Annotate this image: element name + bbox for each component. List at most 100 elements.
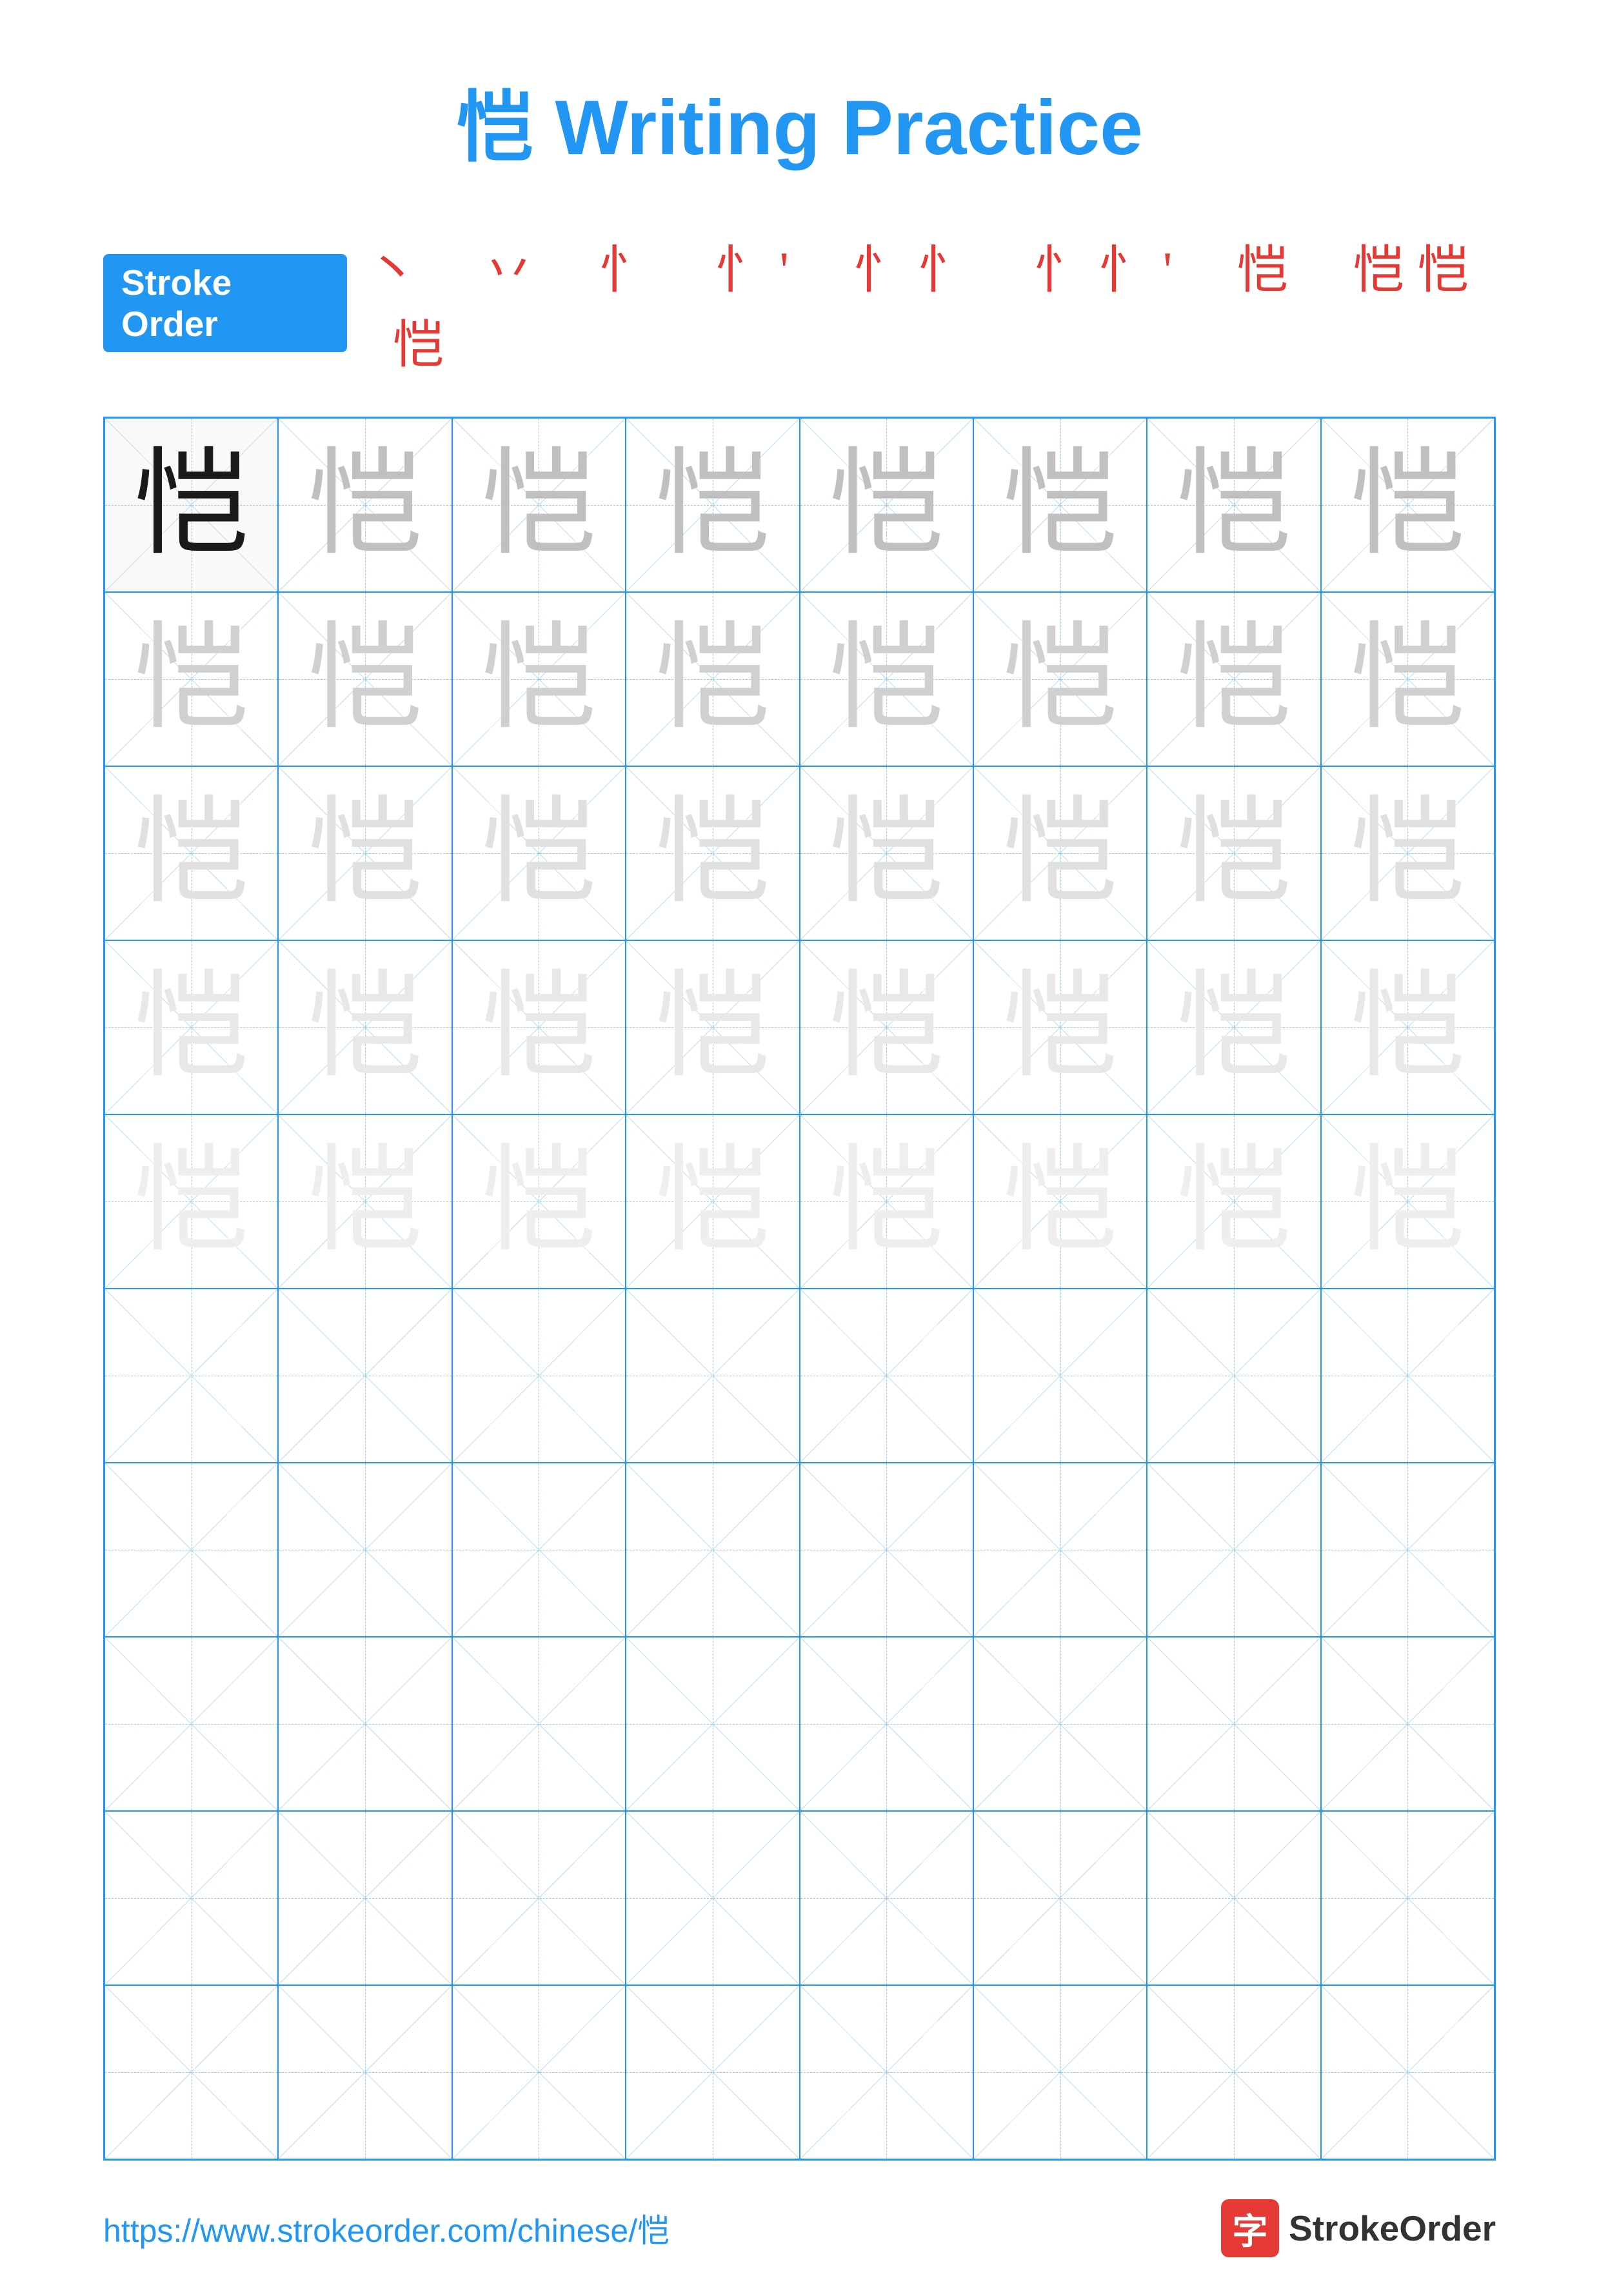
grid-cell[interactable]: 恺	[104, 418, 278, 592]
grid-cell[interactable]	[1321, 1637, 1495, 1811]
grid-cell[interactable]	[278, 1985, 452, 2159]
practice-char: 恺	[828, 969, 944, 1085]
grid-cell[interactable]: 恺	[973, 940, 1147, 1114]
grid-cell[interactable]	[104, 1289, 278, 1463]
grid-cell[interactable]	[1147, 1637, 1320, 1811]
grid-cell[interactable]	[973, 1985, 1147, 2159]
grid-cell[interactable]	[452, 1289, 626, 1463]
grid-cell[interactable]: 恺	[1321, 940, 1495, 1114]
grid-cell[interactable]: 恺	[452, 418, 626, 592]
grid-cell[interactable]	[1321, 1289, 1495, 1463]
footer-url[interactable]: https://www.strokeorder.com/chinese/恺	[103, 2205, 670, 2251]
grid-cell[interactable]	[1147, 1289, 1320, 1463]
grid-cell[interactable]	[1321, 1811, 1495, 1985]
grid-cell[interactable]: 恺	[278, 940, 452, 1114]
practice-char: 恺	[307, 795, 423, 911]
grid-cell[interactable]: 恺	[626, 1114, 799, 1289]
grid-cell[interactable]	[626, 1985, 799, 2159]
grid-cell[interactable]	[452, 1985, 626, 2159]
practice-char: 恺	[1349, 621, 1465, 737]
grid-cell[interactable]	[800, 1811, 973, 1985]
grid-cell[interactable]: 恺	[1321, 592, 1495, 766]
grid-cell[interactable]: 恺	[1147, 766, 1320, 940]
grid-cell[interactable]: 恺	[104, 766, 278, 940]
grid-cell[interactable]: 恺	[278, 1114, 452, 1289]
grid-cell[interactable]: 恺	[973, 766, 1147, 940]
practice-char: 恺	[1349, 969, 1465, 1085]
grid-cell[interactable]	[973, 1637, 1147, 1811]
grid-cell[interactable]: 恺	[626, 940, 799, 1114]
grid-cell[interactable]: 恺	[626, 766, 799, 940]
practice-char: 恺	[481, 795, 597, 911]
grid-cell[interactable]	[973, 1289, 1147, 1463]
grid-cell[interactable]: 恺	[278, 418, 452, 592]
grid-cell[interactable]	[278, 1463, 452, 1637]
grid-cell[interactable]: 恺	[1321, 766, 1495, 940]
grid-cell[interactable]: 恺	[104, 592, 278, 766]
footer-logo: 字 StrokeOrder	[1221, 2199, 1496, 2257]
grid-cell[interactable]	[104, 1463, 278, 1637]
grid-cell[interactable]: 恺	[626, 592, 799, 766]
grid-cell[interactable]: 恺	[452, 940, 626, 1114]
grid-cell[interactable]: 恺	[452, 766, 626, 940]
grid-cell[interactable]	[1321, 1985, 1495, 2159]
grid-cell[interactable]	[104, 1637, 278, 1811]
grid-cell[interactable]	[1321, 1463, 1495, 1637]
grid-cell[interactable]	[452, 1811, 626, 1985]
grid-cell[interactable]: 恺	[973, 592, 1147, 766]
grid-cell[interactable]: 恺	[1321, 1114, 1495, 1289]
grid-cell[interactable]	[452, 1637, 626, 1811]
grid-cell[interactable]	[626, 1637, 799, 1811]
grid-cell[interactable]: 恺	[1147, 1114, 1320, 1289]
grid-cell[interactable]: 恺	[452, 1114, 626, 1289]
grid-cell[interactable]	[800, 1289, 973, 1463]
grid-cell[interactable]	[800, 1637, 973, 1811]
practice-char: 恺	[1002, 447, 1118, 563]
grid-cell[interactable]	[626, 1289, 799, 1463]
grid-cell[interactable]: 恺	[278, 592, 452, 766]
grid-cell[interactable]	[278, 1289, 452, 1463]
grid-cell[interactable]	[973, 1811, 1147, 1985]
practice-char: 恺	[1176, 621, 1292, 737]
grid-cell[interactable]: 恺	[104, 1114, 278, 1289]
grid-cell[interactable]: 恺	[1321, 418, 1495, 592]
practice-char: 恺	[828, 795, 944, 911]
grid-cell[interactable]: 恺	[1147, 940, 1320, 1114]
grid-cell[interactable]	[452, 1463, 626, 1637]
grid-cell[interactable]	[104, 1811, 278, 1985]
grid-cell[interactable]	[1147, 1811, 1320, 1985]
grid-cell[interactable]: 恺	[452, 592, 626, 766]
grid-cell[interactable]	[800, 1463, 973, 1637]
grid-cell[interactable]	[104, 1985, 278, 2159]
grid-cell[interactable]: 恺	[973, 418, 1147, 592]
grid-cell[interactable]: 恺	[800, 940, 973, 1114]
practice-char: 恺	[655, 795, 771, 911]
grid-cell[interactable]: 恺	[800, 766, 973, 940]
grid-cell[interactable]: 恺	[626, 418, 799, 592]
practice-char: 恺	[655, 969, 771, 1085]
grid-cell[interactable]: 恺	[1147, 592, 1320, 766]
grid-cell[interactable]: 恺	[973, 1114, 1147, 1289]
grid-cell[interactable]	[973, 1463, 1147, 1637]
page-title: 恺 Writing Practice	[52, 64, 1547, 177]
footer-logo-char: 字	[1233, 2202, 1268, 2254]
grid-cell[interactable]	[626, 1811, 799, 1985]
grid-cell[interactable]	[1147, 1985, 1320, 2159]
stroke-order-chars: 丶 丷 忄 忄' 忄忄 忄忄' 恺 恺恺 恺	[366, 228, 1547, 378]
practice-char: 恺	[828, 621, 944, 737]
grid-cell[interactable]	[626, 1463, 799, 1637]
grid-cell[interactable]: 恺	[1147, 418, 1320, 592]
grid-cell[interactable]: 恺	[800, 418, 973, 592]
grid-cell[interactable]: 恺	[104, 940, 278, 1114]
practice-char: 恺	[655, 1143, 771, 1260]
grid-cell[interactable]	[1147, 1463, 1320, 1637]
grid-cell[interactable]: 恺	[800, 592, 973, 766]
grid-cell[interactable]	[278, 1811, 452, 1985]
practice-char: 恺	[481, 447, 597, 563]
grid-cell[interactable]: 恺	[278, 766, 452, 940]
practice-char: 恺	[1002, 1143, 1118, 1260]
grid-cell[interactable]	[278, 1637, 452, 1811]
grid-cell[interactable]: 恺	[800, 1114, 973, 1289]
practice-char: 恺	[134, 1143, 250, 1260]
grid-cell[interactable]	[800, 1985, 973, 2159]
